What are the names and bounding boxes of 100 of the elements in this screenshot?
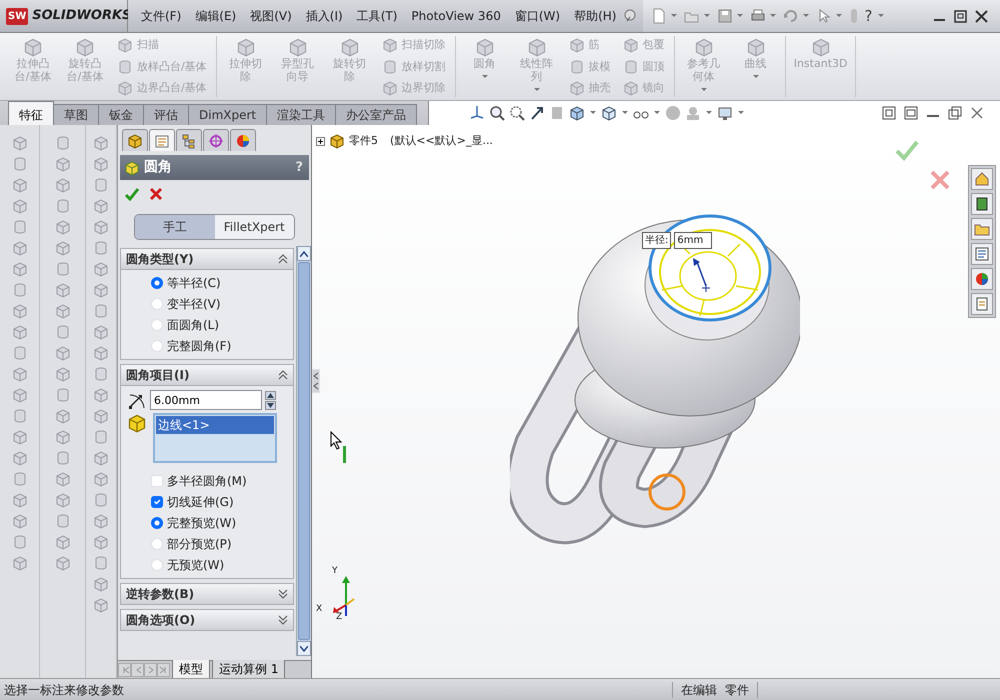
cylinder-icon[interactable] (54, 450, 70, 466)
caret-icon[interactable] (769, 12, 778, 20)
feature-tab[interactable]: 钣金 (98, 104, 144, 125)
radio-button[interactable] (151, 277, 163, 289)
undo-icon[interactable] (783, 8, 800, 24)
dimension-value-field[interactable]: 6mm (674, 232, 712, 249)
close-icon[interactable] (148, 186, 164, 202)
caret-icon[interactable] (703, 12, 712, 20)
section-header[interactable]: 圆角项目(I) (120, 364, 294, 386)
scroll-down-icon[interactable] (300, 646, 308, 652)
cylinder-icon[interactable] (12, 408, 28, 424)
tile-icon[interactable] (882, 106, 896, 120)
scene-icon[interactable] (685, 105, 702, 121)
cylinder-icon[interactable] (12, 156, 28, 172)
home-icon[interactable] (974, 171, 990, 187)
cylinder-icon[interactable] (54, 135, 70, 151)
feature-tab[interactable]: DimXpert (188, 104, 268, 125)
scroll-up-icon[interactable] (300, 250, 308, 256)
panel-tab[interactable] (176, 129, 202, 151)
caret-icon[interactable] (877, 12, 886, 20)
clipboard-icon[interactable] (974, 296, 990, 312)
menu-item[interactable]: 视图(V) (243, 5, 299, 27)
cylinder-icon[interactable] (12, 282, 28, 298)
panel-tab[interactable] (122, 129, 148, 151)
mode-tab[interactable]: FilletXpert (214, 215, 294, 239)
expand-icon[interactable] (316, 136, 325, 146)
caret-icon[interactable] (670, 12, 678, 20)
caret-icon[interactable] (589, 109, 598, 117)
cylinder-icon[interactable] (12, 345, 28, 361)
section-header[interactable]: 圆角类型(Y) (120, 248, 294, 270)
menu-item[interactable]: 编辑(E) (188, 5, 244, 27)
menu-item[interactable]: PhotoView 360 (404, 5, 508, 27)
cylinder-icon[interactable] (93, 240, 109, 256)
close-icon[interactable] (970, 106, 984, 120)
cylinder-icon[interactable] (54, 513, 70, 529)
tree-item-label[interactable]: 零件5 (349, 133, 378, 150)
scrollbar-thumb[interactable] (298, 262, 310, 640)
model-tab[interactable]: 模型 (172, 660, 210, 678)
checkbox[interactable] (151, 496, 163, 508)
document-list-icon[interactable] (974, 246, 990, 262)
zoom-icon[interactable] (509, 105, 526, 121)
mode-tab[interactable]: 手工 (135, 215, 214, 239)
caret-icon[interactable] (653, 109, 662, 117)
check-icon[interactable] (124, 186, 140, 202)
cylinder-icon[interactable] (93, 303, 109, 319)
feature-tab[interactable]: 渲染工具 (266, 104, 336, 125)
help-button[interactable]: ? (862, 4, 874, 28)
menu-item[interactable]: 窗口(W) (508, 5, 568, 27)
circle-icon[interactable] (665, 105, 682, 121)
feature-tab[interactable]: 草图 (53, 104, 99, 125)
cylinder-icon[interactable] (12, 534, 28, 550)
section-header[interactable]: 逆转参数(B) (120, 583, 294, 605)
cylinder-icon[interactable] (93, 177, 109, 193)
close-icon[interactable] (974, 8, 989, 24)
tile-icon[interactable] (904, 106, 918, 120)
panel-tab[interactable] (149, 129, 175, 151)
axis-icon[interactable] (469, 105, 486, 121)
spin-down-icon[interactable] (267, 402, 274, 408)
zoom-icon[interactable] (489, 105, 506, 121)
section-header[interactable]: 圆角选项(O) (120, 609, 294, 631)
cylinder-icon[interactable] (93, 366, 109, 382)
caret-icon[interactable] (802, 12, 810, 20)
model-tab[interactable]: 运动算例 1 (212, 660, 286, 678)
cylinder-icon[interactable] (54, 261, 70, 277)
restore-icon[interactable] (948, 106, 962, 120)
menu-item[interactable]: 帮助(H) (567, 5, 624, 27)
value-field[interactable]: 6.00mm (150, 390, 262, 410)
panel-tab[interactable] (230, 129, 256, 151)
caret-icon[interactable] (736, 12, 744, 20)
cylinder-icon[interactable] (12, 471, 28, 487)
list-item[interactable]: 边线<1> (156, 416, 274, 434)
radio-button[interactable] (151, 517, 163, 529)
pie-icon[interactable] (974, 271, 990, 287)
feature-tab[interactable]: 评估 (143, 104, 189, 125)
menu-item[interactable]: 插入(I) (298, 5, 350, 27)
spin-up-icon[interactable] (267, 392, 274, 398)
cube-icon[interactable] (569, 105, 586, 121)
collapse-handle-icon[interactable] (313, 370, 319, 392)
cylinder-icon[interactable] (93, 555, 109, 571)
cylinder-icon[interactable] (93, 492, 109, 508)
feature-tab[interactable]: 办公室产品 (335, 104, 418, 125)
selection-list[interactable]: 边线<1> (153, 413, 277, 463)
cylinder-icon[interactable] (54, 198, 70, 214)
save-icon[interactable] (717, 8, 734, 24)
capsule-icon[interactable] (849, 8, 860, 24)
arrow-icon[interactable] (529, 105, 546, 121)
cube-icon[interactable] (601, 105, 618, 121)
restore-icon[interactable] (953, 8, 968, 24)
feature-tab[interactable]: 特征 (8, 101, 54, 125)
caret-icon[interactable] (705, 109, 714, 117)
caret-icon[interactable] (835, 12, 844, 20)
nav-arrow-icon[interactable] (158, 666, 168, 674)
panel-tab[interactable] (203, 129, 229, 151)
cylinder-icon[interactable] (12, 219, 28, 235)
check-icon[interactable] (895, 139, 919, 161)
cylinder-icon[interactable] (54, 324, 70, 340)
cylinder-icon[interactable] (54, 387, 70, 403)
caret-icon[interactable] (621, 109, 630, 117)
help-button[interactable]: ? (293, 158, 305, 178)
menu-item[interactable]: 文件(F) (134, 5, 188, 27)
